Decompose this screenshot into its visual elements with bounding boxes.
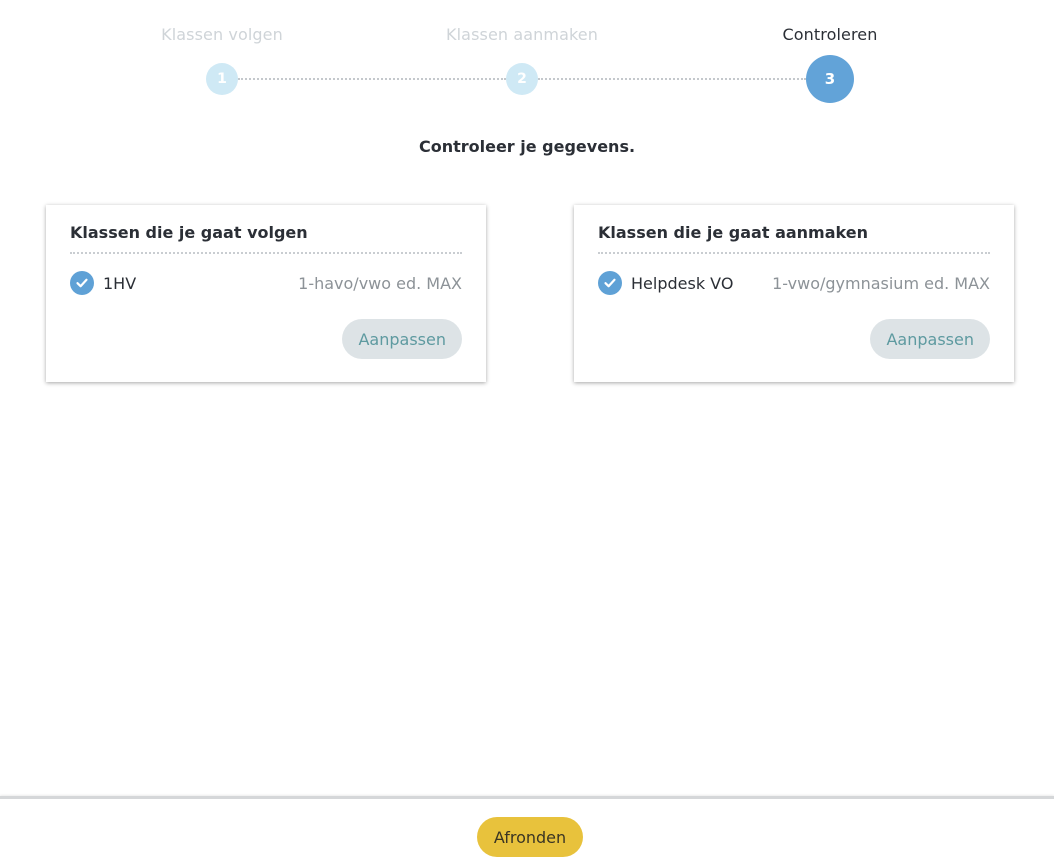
step-3-circle: 3 [806, 55, 854, 103]
step-1-label: Klassen volgen [161, 25, 283, 44]
create-classes-card: Klassen die je gaat aanmaken Helpdesk VO… [574, 205, 1014, 382]
check-circle-icon [598, 271, 622, 295]
wizard-page: Klassen volgen 1 Klassen aanmaken 2 Cont… [0, 0, 1054, 868]
list-item: 1HV 1-havo/vwo ed. MAX [70, 271, 462, 295]
step-2-circle[interactable]: 2 [506, 63, 538, 95]
edit-button[interactable]: Aanpassen [342, 319, 462, 359]
class-method: 1-havo/vwo ed. MAX [298, 273, 462, 293]
step-connector [238, 78, 506, 80]
list-item: Helpdesk VO 1-vwo/gymnasium ed. MAX [598, 271, 990, 295]
step-3-label: Controleren [782, 25, 878, 44]
follow-classes-card: Klassen die je gaat volgen 1HV 1-havo/vw… [46, 205, 486, 382]
step-connector [538, 78, 806, 80]
stepper: Klassen volgen 1 Klassen aanmaken 2 Cont… [0, 0, 1054, 110]
step-1-circle[interactable]: 1 [206, 63, 238, 95]
class-name: 1HV [103, 273, 137, 293]
edit-button[interactable]: Aanpassen [870, 319, 990, 359]
class-method: 1-vwo/gymnasium ed. MAX [772, 273, 990, 293]
check-circle-icon [70, 271, 94, 295]
page-instruction: Controleer je gegevens. [418, 137, 636, 156]
step-2-label: Klassen aanmaken [446, 25, 598, 44]
class-name: Helpdesk VO [631, 273, 734, 293]
card-title: Klassen die je gaat aanmaken [598, 223, 990, 254]
card-title: Klassen die je gaat volgen [70, 223, 462, 254]
finish-button[interactable]: Afronden [477, 817, 583, 857]
footer-bar: Afronden [0, 796, 1054, 868]
